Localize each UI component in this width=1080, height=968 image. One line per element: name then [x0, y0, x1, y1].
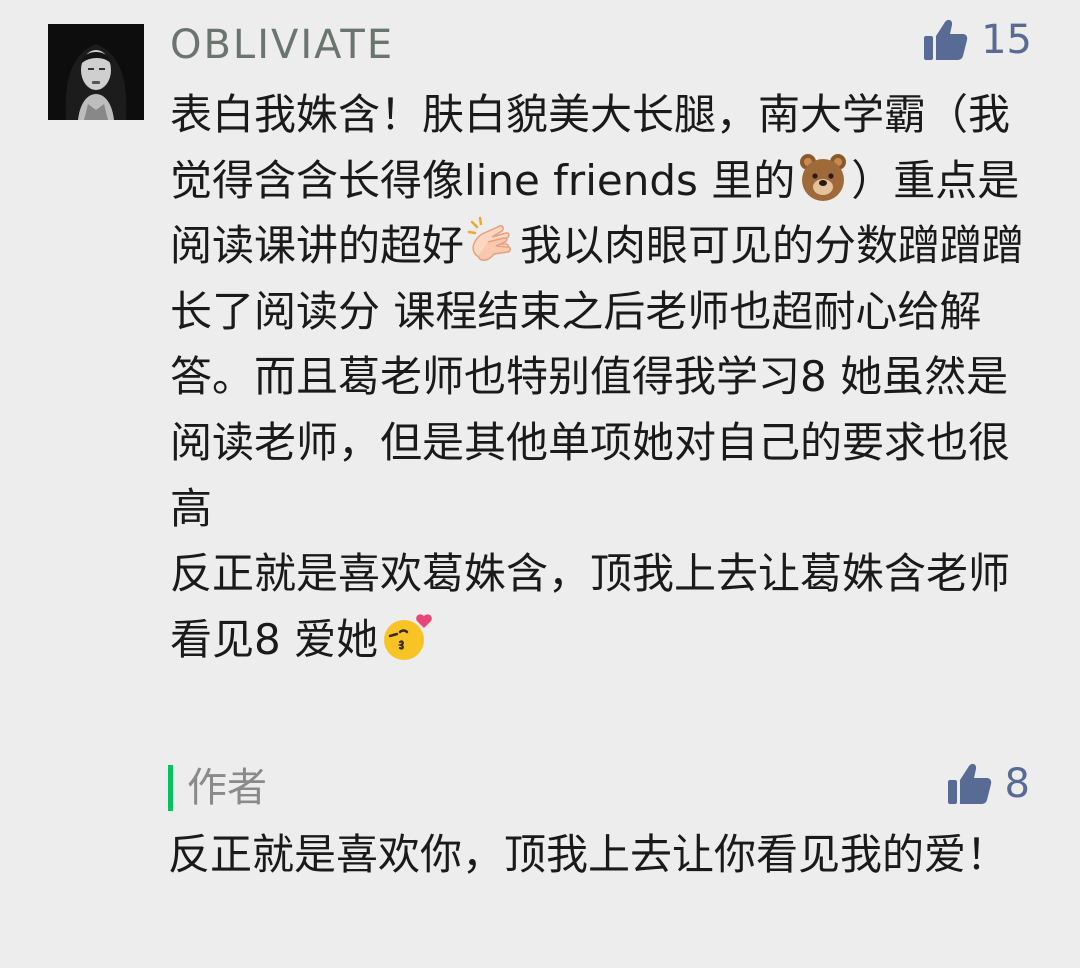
comment-like-button[interactable]: 15: [921, 16, 1032, 64]
comment-text-segment: 我以肉眼可见的分数蹭蹭蹭长了阅读分 课程结束之后老师也超耐心给解答。而且葛老师也…: [170, 221, 1025, 664]
author-reply-text: 反正就是喜欢你，顶我上去让你看见我的爱！: [168, 830, 1009, 879]
avatar[interactable]: [48, 24, 144, 120]
thumbs-up-icon[interactable]: [921, 16, 969, 64]
kiss-heart-icon: [380, 610, 432, 662]
reply-like-count: 8: [1004, 761, 1030, 807]
author-label: 作者: [187, 765, 267, 811]
comment-text: 表白我姝含！肤白貌美大长腿，南大学霸（我觉得含含长得像line friends …: [170, 82, 1040, 672]
bear-face-icon: [797, 151, 849, 203]
author-reply-bar: [168, 765, 173, 811]
reply-like-button[interactable]: 8: [945, 760, 1030, 808]
author-reply: 作者 反正就是喜欢你，顶我上去让你看见我的爱！: [168, 762, 1038, 888]
comment-username[interactable]: OBLIVIATE: [170, 22, 394, 68]
thumbs-up-icon[interactable]: [945, 760, 993, 808]
clapping-hands-icon: [466, 216, 518, 268]
comment-like-count: 15: [981, 17, 1032, 63]
